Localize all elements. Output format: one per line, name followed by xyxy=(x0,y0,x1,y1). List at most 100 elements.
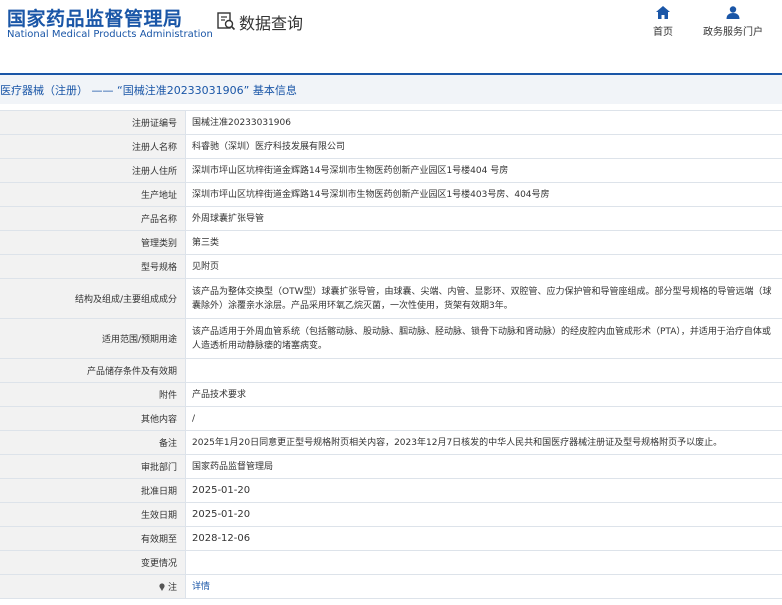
section-header: 医疗器械（注册） —— “国械注准20233031906” 基本信息 xyxy=(0,75,782,104)
field-label: 备注 xyxy=(0,431,186,454)
field-value-text: 产品技术要求 xyxy=(192,389,247,400)
table-row: 有效期至 2028-12-06 xyxy=(0,527,782,551)
page-title: 数据查询 xyxy=(239,14,304,33)
field-value: 深圳市坪山区坑梓街道金辉路14号深圳市生物医药创新产业园区1号楼403号房、40… xyxy=(186,183,782,206)
info-table: 注册证编号 国械注准20233031906 注册人名称 科睿驰（深圳）医疗科技发展有限… xyxy=(0,110,782,599)
field-label-text: 型号规格 xyxy=(140,263,177,273)
table-row: 型号规格 见附页 xyxy=(0,255,782,279)
section-title: 医疗器械（注册） —— “国械注准20233031906” 基本信息 xyxy=(0,84,297,97)
field-value xyxy=(186,551,782,574)
field-value-text: 外周球囊扩张导管 xyxy=(192,213,265,224)
site-logo-subtitle: National Medical Products Administration xyxy=(7,29,213,40)
field-label-text: 批准日期 xyxy=(140,487,177,497)
field-label: 其他内容 xyxy=(0,407,186,430)
table-row: 备注 2025年1月20日同意更正型号规格附页相关内容，2023年12月7日核发的… xyxy=(0,431,782,455)
field-value: 第三类 xyxy=(186,231,782,254)
field-value: 外周球囊扩张导管 xyxy=(186,207,782,230)
field-label: 变更情况 xyxy=(0,551,186,574)
field-value-text: / xyxy=(192,413,196,424)
table-row: 其他内容 / xyxy=(0,407,782,431)
field-value-text: 2028-12-06 xyxy=(192,532,251,544)
table-row: 批准日期 2025-01-20 xyxy=(0,479,782,503)
field-value-text: 国械注准20233031906 xyxy=(192,117,291,128)
field-label-text: 生效日期 xyxy=(140,511,177,521)
field-value-text: 深圳市坪山区坑梓街道金辉路14号深圳市生物医药创新产业园区1号楼403号房、40… xyxy=(192,189,550,200)
field-label-text: 注 xyxy=(167,583,177,593)
field-label: 批准日期 xyxy=(0,479,186,502)
table-row: 变更情况 xyxy=(0,551,782,575)
field-label: 生效日期 xyxy=(0,503,186,526)
field-value-text: 国家药品监督管理局 xyxy=(192,461,274,472)
field-value-text: 科睿驰（深圳）医疗科技发展有限公司 xyxy=(192,141,346,152)
field-label-text: 附件 xyxy=(158,391,177,401)
field-value-text: 该产品适用于外周血管系统（包括髂动脉、股动脉、腘动脉、胫动脉、锁骨下动脉和肾动脉… xyxy=(192,326,771,351)
table-row: 注册证编号 国械注准20233031906 xyxy=(0,111,782,135)
field-value xyxy=(186,359,782,382)
nav-gov-service-link[interactable]: 政务服务门户 xyxy=(700,6,766,38)
field-value: 2025-01-20 xyxy=(186,503,782,526)
field-label: 附件 xyxy=(0,383,186,406)
pin-icon xyxy=(159,582,165,591)
field-label-text: 注册人住所 xyxy=(131,167,177,177)
field-value-text: 该产品为整体交换型（OTW型）球囊扩张导管，由球囊、尖端、内管、显影环、双腔管、… xyxy=(192,286,772,311)
field-value-text: 2025-01-20 xyxy=(192,484,251,496)
table-row: 生效日期 2025-01-20 xyxy=(0,503,782,527)
field-value-text: 深圳市坪山区坑梓街道金辉路14号深圳市生物医药创新产业园区1号楼404 号房 xyxy=(192,165,509,176)
home-icon xyxy=(656,6,670,19)
field-label: 注册人住所 xyxy=(0,159,186,182)
field-label-text: 生产地址 xyxy=(140,191,177,201)
details-link[interactable]: 详情 xyxy=(192,580,210,594)
field-value: 2025年1月20日同意更正型号规格附页相关内容，2023年12月7日核发的中华… xyxy=(186,431,782,454)
field-value-text: 第三类 xyxy=(192,237,220,248)
table-row: 注 详情 xyxy=(0,575,782,599)
table-row: 注册人住所 深圳市坪山区坑梓街道金辉路14号深圳市生物医药创新产业园区1号楼404… xyxy=(0,159,782,183)
data-query-icon xyxy=(217,12,236,31)
table-row: 附件 产品技术要求 xyxy=(0,383,782,407)
site-logo-title[interactable]: 国家药品监督管理局 xyxy=(7,4,183,31)
field-value: / xyxy=(186,407,782,430)
field-label-text: 备注 xyxy=(158,439,177,449)
table-row: 结构及组成/主要组成成分 该产品为整体交换型（OTW型）球囊扩张导管，由球囊、尖端… xyxy=(0,279,782,319)
field-value: 该产品适用于外周血管系统（包括髂动脉、股动脉、腘动脉、胫动脉、锁骨下动脉和肾动脉… xyxy=(186,319,782,358)
field-label: 审批部门 xyxy=(0,455,186,478)
field-label: 注册证编号 xyxy=(0,111,186,134)
table-row: 产品名称 外周球囊扩张导管 xyxy=(0,207,782,231)
field-value-text: 2025-01-20 xyxy=(192,508,251,520)
nav-gov-label: 政务服务门户 xyxy=(703,27,763,38)
field-label: 有效期至 xyxy=(0,527,186,550)
table-row: 管理类别 第三类 xyxy=(0,231,782,255)
field-value-text: 见附页 xyxy=(192,261,220,272)
field-label: 注册人名称 xyxy=(0,135,186,158)
field-value: 见附页 xyxy=(186,255,782,278)
field-label: 结构及组成/主要组成成分 xyxy=(0,279,186,318)
field-label-text: 产品储存条件及有效期 xyxy=(86,367,177,377)
field-value: 详情 xyxy=(186,575,782,598)
field-value: 该产品为整体交换型（OTW型）球囊扩张导管，由球囊、尖端、内管、显影环、双腔管、… xyxy=(186,279,782,318)
field-value-text: 2025年1月20日同意更正型号规格附页相关内容，2023年12月7日核发的中华… xyxy=(192,437,723,448)
field-label-text: 产品名称 xyxy=(140,215,177,225)
field-label: 注 xyxy=(0,575,186,598)
user-icon xyxy=(726,6,740,19)
field-label-text: 结构及组成/主要组成成分 xyxy=(74,295,177,305)
table-row: 生产地址 深圳市坪山区坑梓街道金辉路14号深圳市生物医药创新产业园区1号楼403号… xyxy=(0,183,782,207)
table-row: 审批部门 国家药品监督管理局 xyxy=(0,455,782,479)
table-row: 注册人名称 科睿驰（深圳）医疗科技发展有限公司 xyxy=(0,135,782,159)
table-row: 适用范围/预期用途 该产品适用于外周血管系统（包括髂动脉、股动脉、腘动脉、胫动脉、… xyxy=(0,319,782,359)
field-label: 适用范围/预期用途 xyxy=(0,319,186,358)
field-label-text: 注册证编号 xyxy=(131,119,177,129)
site-header: 国家药品监督管理局 National Medical Products Admi… xyxy=(0,0,782,62)
field-label-text: 变更情况 xyxy=(140,559,177,569)
field-label: 生产地址 xyxy=(0,183,186,206)
field-label-text: 审批部门 xyxy=(140,463,177,473)
field-label-text: 有效期至 xyxy=(140,535,177,545)
field-value: 产品技术要求 xyxy=(186,383,782,406)
field-value: 2025-01-20 xyxy=(186,479,782,502)
nav-home-link[interactable]: 首页 xyxy=(648,6,678,38)
field-label: 型号规格 xyxy=(0,255,186,278)
field-label-text: 管理类别 xyxy=(140,239,177,249)
field-label: 管理类别 xyxy=(0,231,186,254)
field-value: 国械注准20233031906 xyxy=(186,111,782,134)
field-value: 深圳市坪山区坑梓街道金辉路14号深圳市生物医药创新产业园区1号楼404 号房 xyxy=(186,159,782,182)
field-value: 国家药品监督管理局 xyxy=(186,455,782,478)
nav-home-label: 首页 xyxy=(653,27,673,38)
